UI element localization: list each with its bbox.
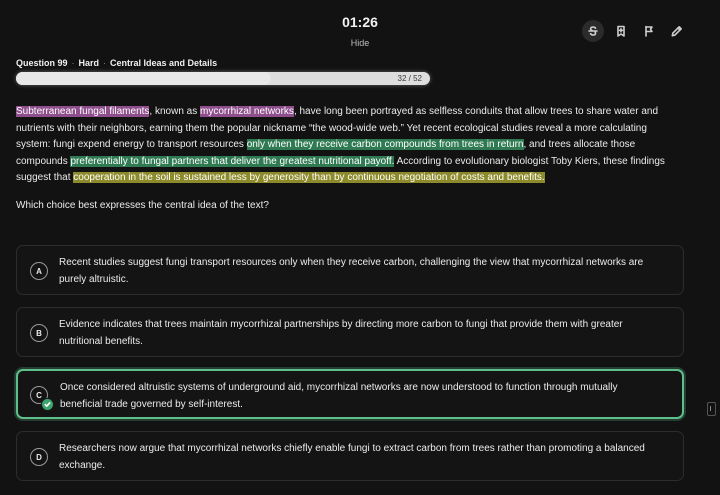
category-label: Central Ideas and Details xyxy=(110,58,218,68)
meta-separator: · xyxy=(71,58,75,68)
highlighted-text: only when they receive carbon compounds … xyxy=(246,139,524,150)
strikethrough-tool-button[interactable] xyxy=(582,20,604,42)
difficulty-label: Hard xyxy=(78,58,100,68)
choice-text: Evidence indicates that trees maintain m… xyxy=(59,319,623,347)
answer-choice-b[interactable]: B Evidence indicates that trees maintain … xyxy=(16,307,684,357)
side-panel-handle[interactable] xyxy=(707,402,716,416)
highlighted-text: preferentially to fungal partners that d… xyxy=(70,155,395,167)
flag-button[interactable] xyxy=(638,20,660,42)
progress-bar: 32 / 52 xyxy=(16,72,430,85)
choice-text: Once considered altruistic systems of un… xyxy=(60,382,618,410)
question-prompt: Which choice best expresses the central … xyxy=(16,200,269,211)
question-meta: Question 99 · Hard · Central Ideas and Detai… xyxy=(16,58,217,68)
strikethrough-icon xyxy=(588,26,598,36)
highlighted-text: mycorrhizal networks xyxy=(200,106,294,117)
progress-count: 32 / 52 xyxy=(397,74,422,83)
bookmark-plus-icon xyxy=(617,25,625,37)
bookmark-plus-button[interactable] xyxy=(610,20,632,42)
choice-letter: D xyxy=(30,448,48,466)
annotate-button[interactable] xyxy=(666,20,688,42)
choice-letter: B xyxy=(30,324,48,342)
highlighted-text: cooperation in the soil is sustained les… xyxy=(73,172,545,183)
toolbar xyxy=(582,20,688,42)
passage[interactable]: Subterranean fungal filaments, known as … xyxy=(16,104,676,187)
pencil-icon xyxy=(671,26,682,37)
choice-text: Recent studies suggest fungi transport r… xyxy=(59,257,644,285)
progress-fill xyxy=(16,72,271,85)
choice-letter: A xyxy=(30,262,48,280)
hide-timer-button[interactable]: Hide xyxy=(351,38,370,48)
checkmark-icon xyxy=(41,398,54,411)
question-number: Question 99 xyxy=(16,58,68,68)
answer-choice-c[interactable]: C Once considered altruistic systems of u… xyxy=(16,369,684,419)
choice-text: Researchers now argue that mycorrhizal n… xyxy=(59,443,645,471)
answer-choice-d[interactable]: D Researchers now argue that mycorrhizal … xyxy=(16,431,684,481)
answer-choice-a[interactable]: A Recent studies suggest fungi transport … xyxy=(16,245,684,295)
flag-icon xyxy=(645,25,653,37)
meta-separator: · xyxy=(103,58,107,68)
highlighted-text: Subterranean fungal filaments xyxy=(16,106,150,117)
passage-text: , known as xyxy=(149,106,201,117)
